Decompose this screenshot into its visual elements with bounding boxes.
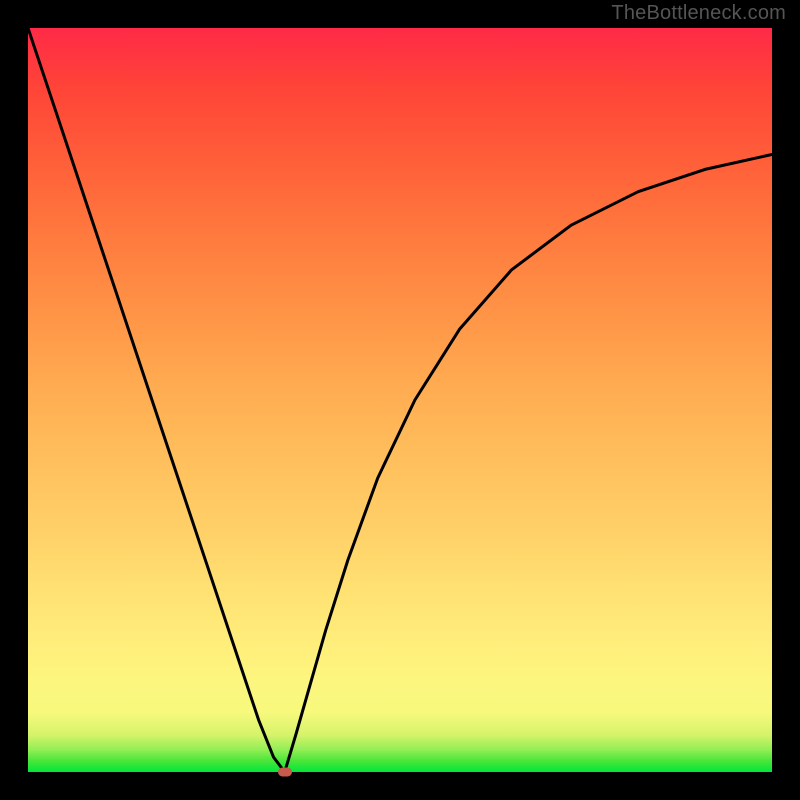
watermark-text: TheBottleneck.com: [611, 2, 786, 25]
plot-outer-border: [12, 12, 788, 788]
curve-path: [28, 28, 772, 772]
chart-frame: TheBottleneck.com: [0, 0, 800, 800]
minimum-marker: [278, 768, 292, 777]
bottleneck-curve: [28, 28, 772, 772]
plot-area: [28, 28, 772, 772]
